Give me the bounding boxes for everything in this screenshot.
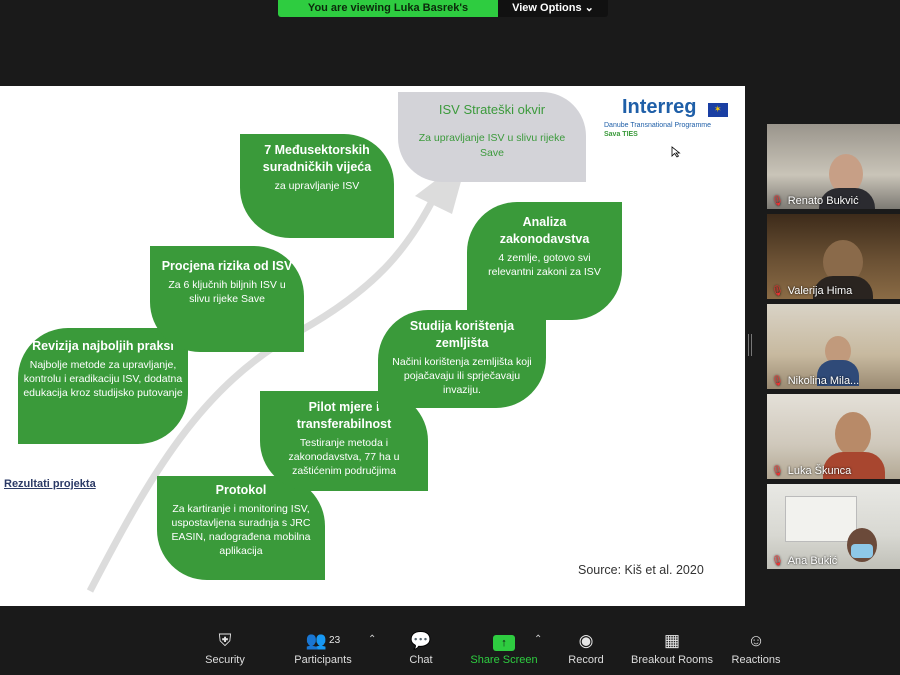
viewing-text: You are viewing Luka Basrek's screen: [278, 0, 498, 17]
leaf-studija: Studija korištenja zemljišta Načini kori…: [378, 310, 546, 408]
chat-button[interactable]: 💬 Chat: [400, 630, 442, 666]
people-icon: 👥: [305, 631, 328, 650]
mic-muted-icon: 🎙: [771, 195, 784, 207]
shared-slide: ISV Strateški okvir Za upravljanje ISV u…: [0, 86, 745, 606]
participant-tile[interactable]: 🎙 Renato Bukvić: [767, 124, 900, 209]
participants-caret-icon[interactable]: ⌃: [368, 634, 376, 645]
mic-muted-icon: 🎙: [771, 465, 784, 477]
leaf-zakonodavstvo: Analiza zakonodavstva 4 zemlje, gotovo s…: [467, 202, 622, 320]
share-screen-button[interactable]: ↑ Share Screen: [468, 630, 540, 666]
record-icon: ◉: [578, 631, 594, 650]
rezultati-link[interactable]: Rezultati projekta: [4, 478, 96, 490]
participant-tile[interactable]: 🎙 Luka Škunca: [767, 394, 900, 479]
strategic-framework-box: ISV Strateški okvir Za upravljanje ISV u…: [398, 92, 586, 182]
viewing-banner: You are viewing Luka Basrek's screen Vie…: [278, 0, 608, 17]
participant-tile[interactable]: 🎙 Valerija Hima: [767, 214, 900, 299]
shield-icon: ⛨: [218, 631, 232, 650]
leaf-procjena-rizika: Procjena rizika od ISV Za 6 ključnih bil…: [150, 246, 304, 352]
leaf-revizija: Revizija najboljih praksi Najbolje metod…: [18, 328, 188, 444]
goal-text: Za upravljanje ISV u slivu rijeke Save: [418, 132, 566, 159]
meeting-toolbar: ⛨ Security 👥 23 Participants ⌃ 💬 Chat ↑ S…: [0, 620, 900, 675]
smiley-plus-icon: ☺: [747, 631, 765, 650]
record-button[interactable]: ◉ Record: [566, 630, 606, 666]
reactions-button[interactable]: ☺ Reactions: [730, 630, 782, 666]
panel-resize-handle[interactable]: [748, 334, 752, 356]
participant-tile[interactable]: 🎙 Ana Bukić: [767, 484, 900, 569]
share-caret-icon[interactable]: ⌃: [534, 634, 542, 645]
participant-video-strip: 🎙 Renato Bukvić 🎙 Valerija Hima 🎙 Nikolina …: [767, 124, 900, 574]
security-button[interactable]: ⛨ Security: [200, 630, 250, 666]
grid-icon: ▦: [663, 631, 681, 650]
participants-count: 23: [329, 635, 341, 646]
chat-bubble-icon: 💬: [410, 631, 432, 650]
leaf-protokol: Protokol Za kartiranje i monitoring ISV,…: [157, 476, 325, 580]
participant-tile[interactable]: 🎙 Nikolina Mila...: [767, 304, 900, 389]
breakout-rooms-button[interactable]: ▦ Breakout Rooms: [628, 630, 716, 666]
leaf-vijeca: 7 Međusektorskih suradničkih vijeća za u…: [240, 134, 394, 238]
mic-muted-icon: 🎙: [771, 375, 784, 387]
mic-muted-icon: 🎙: [771, 285, 784, 297]
source-text: Source: Kiš et al. 2020: [578, 563, 704, 577]
mouse-cursor-icon: [671, 146, 681, 158]
share-arrow-icon: ↑: [493, 635, 515, 651]
mic-muted-icon: 🎙: [771, 555, 784, 567]
goal-title: ISV Strateški okvir: [438, 102, 546, 117]
view-options-button[interactable]: View Options ⌄: [498, 0, 608, 17]
interreg-logo: Interreg ✶ Danube Transnational Programm…: [602, 94, 732, 144]
eu-flag-icon: ✶: [708, 103, 728, 117]
participants-button[interactable]: 👥 23 Participants: [290, 630, 356, 666]
